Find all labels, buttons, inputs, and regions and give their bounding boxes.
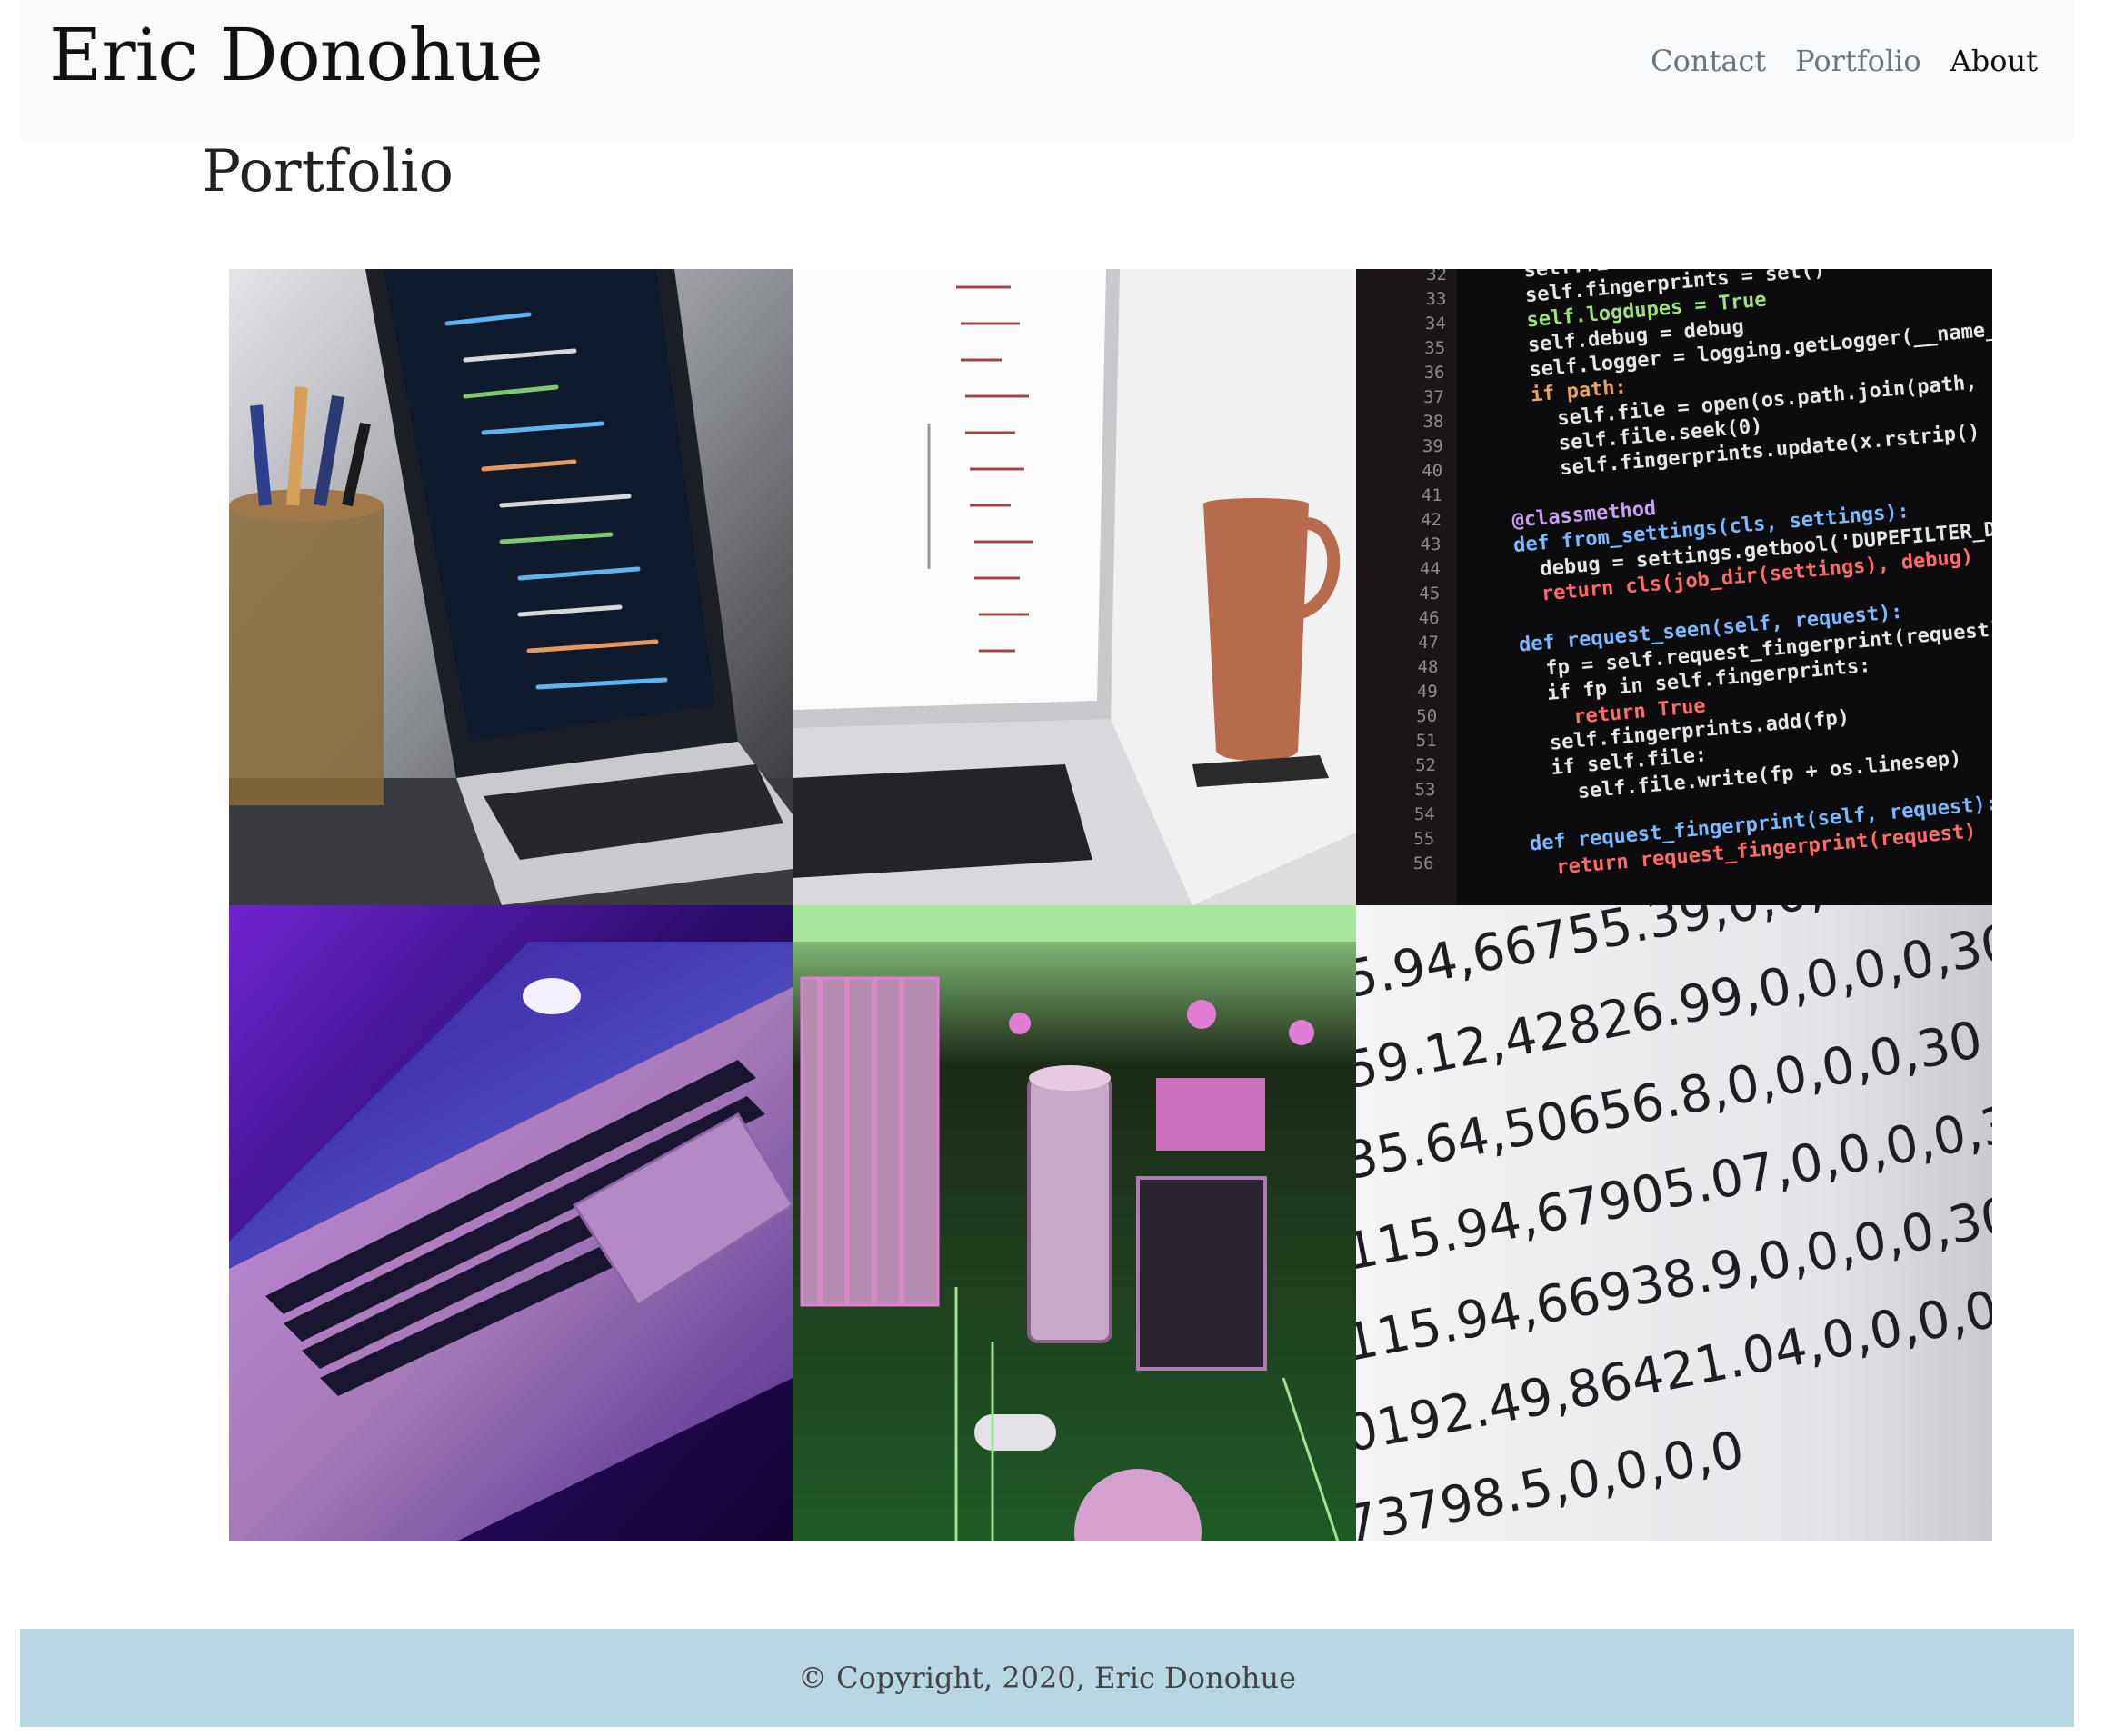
portfolio-tile-python-code[interactable]: 32 33 34 35 36 37 38 39 40 41 42 43 44 45 46 47 48 49 50 51… bbox=[1356, 269, 1992, 905]
purple-laptop-image bbox=[229, 905, 793, 1541]
macbook-mug-image bbox=[793, 269, 1356, 905]
code-line-number: 52 bbox=[1415, 755, 1436, 775]
code-line-number: 36 bbox=[1424, 363, 1445, 383]
code-line-number: 35 bbox=[1424, 338, 1445, 358]
code-line-number: 40 bbox=[1422, 461, 1442, 481]
code-line-number: 49 bbox=[1417, 682, 1438, 702]
code-line-number: 41 bbox=[1422, 485, 1442, 505]
page-title: Portfolio bbox=[202, 138, 454, 205]
code-line-number: 55 bbox=[1413, 829, 1434, 849]
portfolio-tile-circuit-board[interactable] bbox=[793, 905, 1356, 1541]
portfolio-tile-macbook-mug[interactable] bbox=[793, 269, 1356, 905]
code-line-number: 50 bbox=[1416, 706, 1437, 726]
code-line-number: 47 bbox=[1418, 633, 1439, 653]
python-code-image: 32 33 34 35 36 37 38 39 40 41 42 43 44 45 46 47 48 49 50 51… bbox=[1356, 269, 1992, 905]
portfolio-tile-spreadsheet[interactable]: 5.94,66755.39,0,0,0,059.12,42826.99,0,0,… bbox=[1356, 905, 1992, 1541]
code-line-number: 51 bbox=[1416, 731, 1437, 751]
portfolio-tile-purple-laptop[interactable] bbox=[229, 905, 793, 1541]
code-line-number: 38 bbox=[1423, 412, 1444, 432]
brand-link[interactable]: Eric Donohue bbox=[49, 13, 544, 97]
code-line-number: 56 bbox=[1413, 853, 1434, 873]
nav-links: Contact Portfolio About bbox=[1651, 44, 2038, 78]
copyright-text: © Copyright, 2020, Eric Donohue bbox=[797, 1661, 1297, 1695]
laptop-code-image bbox=[229, 269, 793, 905]
code-line-number: 43 bbox=[1421, 534, 1442, 554]
circuit-board-image bbox=[793, 905, 1356, 1541]
code-line-number: 45 bbox=[1419, 584, 1440, 604]
code-line-number: 33 bbox=[1426, 289, 1447, 309]
code-line-number: 46 bbox=[1419, 608, 1440, 628]
nav-portfolio[interactable]: Portfolio bbox=[1795, 44, 1921, 78]
nav-about[interactable]: About bbox=[1950, 44, 2038, 78]
code-line-number: 44 bbox=[1420, 559, 1441, 579]
code-line-number: 54 bbox=[1414, 804, 1435, 824]
code-line-number: 32 bbox=[1426, 269, 1447, 284]
portfolio-tile-laptop-code[interactable] bbox=[229, 269, 793, 905]
code-line-number: 53 bbox=[1415, 780, 1436, 800]
code-line-number: 37 bbox=[1423, 387, 1444, 407]
code-line-number: 42 bbox=[1421, 510, 1442, 530]
code-line-number: 48 bbox=[1418, 657, 1439, 677]
top-navbar: Eric Donohue Contact Portfolio About bbox=[20, 0, 2074, 139]
portfolio-gallery: 32 33 34 35 36 37 38 39 40 41 42 43 44 45 46 47 48 49 50 51… bbox=[229, 269, 1992, 1541]
page-footer: © Copyright, 2020, Eric Donohue bbox=[20, 1629, 2074, 1727]
code-line-number: 34 bbox=[1425, 314, 1446, 334]
nav-contact[interactable]: Contact bbox=[1651, 44, 1766, 78]
code-line-number: 39 bbox=[1422, 436, 1443, 456]
spreadsheet-image: 5.94,66755.39,0,0,0,059.12,42826.99,0,0,… bbox=[1356, 905, 1992, 1541]
